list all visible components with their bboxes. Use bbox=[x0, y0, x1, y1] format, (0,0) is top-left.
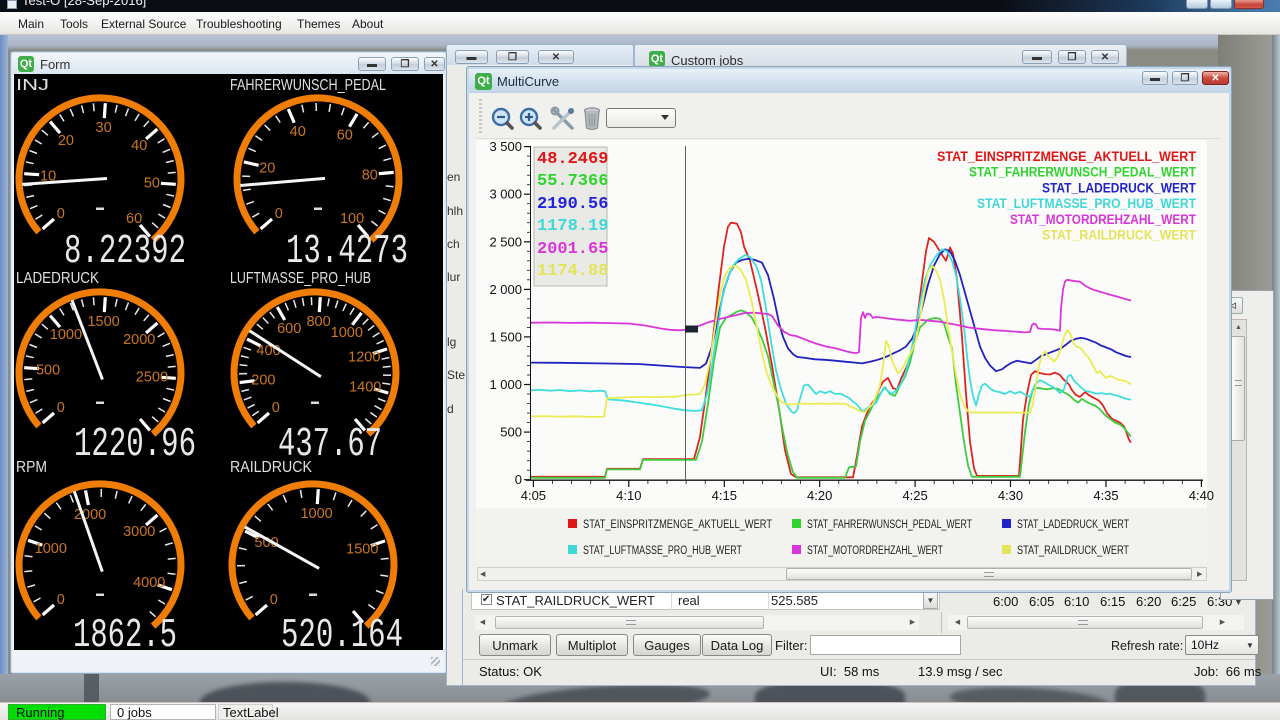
svg-text:2001.65: 2001.65 bbox=[537, 240, 608, 259]
svg-text:STAT_EINSPRITZMENGE_AKTUELL_WE: STAT_EINSPRITZMENGE_AKTUELL_WERT bbox=[583, 519, 772, 531]
svg-text:4:40: 4:40 bbox=[1189, 488, 1214, 503]
svg-text:48.2469: 48.2469 bbox=[537, 150, 608, 169]
svg-text:4:35: 4:35 bbox=[1093, 488, 1118, 503]
svg-text:STAT_MOTORDREHZAHL_WERT: STAT_MOTORDREHZAHL_WERT bbox=[1010, 212, 1197, 227]
svg-text:4:10: 4:10 bbox=[616, 488, 641, 503]
svg-text:STAT_FAHRERWUNSCH_PEDAL_WERT: STAT_FAHRERWUNSCH_PEDAL_WERT bbox=[969, 165, 1197, 180]
svg-text:2190.56: 2190.56 bbox=[537, 195, 608, 214]
svg-text:4:15: 4:15 bbox=[712, 488, 737, 503]
svg-text:4:05: 4:05 bbox=[521, 488, 546, 503]
svg-text:STAT_LUFTMASSE_PRO_HUB_WERT: STAT_LUFTMASSE_PRO_HUB_WERT bbox=[583, 545, 742, 557]
svg-text:STAT_LADEDRUCK_WERT: STAT_LADEDRUCK_WERT bbox=[1017, 519, 1129, 531]
svg-text:STAT_RAILDRUCK_WERT: STAT_RAILDRUCK_WERT bbox=[1017, 545, 1129, 557]
svg-text:STAT_LUFTMASSE_PRO_HUB_WERT: STAT_LUFTMASSE_PRO_HUB_WERT bbox=[977, 196, 1197, 211]
svg-text:3 000: 3 000 bbox=[489, 187, 522, 202]
svg-text:1 500: 1 500 bbox=[489, 329, 522, 344]
svg-text:2 000: 2 000 bbox=[489, 282, 522, 297]
svg-text:1178.19: 1178.19 bbox=[537, 217, 608, 236]
svg-text:0: 0 bbox=[515, 472, 522, 487]
svg-text:4:20: 4:20 bbox=[807, 488, 832, 503]
svg-text:STAT_MOTORDREHZAHL_WERT: STAT_MOTORDREHZAHL_WERT bbox=[807, 545, 943, 557]
svg-text:1 000: 1 000 bbox=[489, 377, 522, 392]
svg-text:2 500: 2 500 bbox=[489, 234, 522, 249]
svg-text:55.7366: 55.7366 bbox=[537, 172, 608, 191]
svg-text:4:30: 4:30 bbox=[998, 488, 1023, 503]
svg-text:STAT_LADEDRUCK_WERT: STAT_LADEDRUCK_WERT bbox=[1042, 180, 1197, 195]
svg-text:STAT_RAILDRUCK_WERT: STAT_RAILDRUCK_WERT bbox=[1042, 228, 1197, 243]
svg-text:STAT_EINSPRITZMENGE_AKTUELL_WE: STAT_EINSPRITZMENGE_AKTUELL_WERT bbox=[937, 149, 1197, 164]
svg-text:1174.88: 1174.88 bbox=[537, 262, 608, 281]
svg-text:4:25: 4:25 bbox=[902, 488, 927, 503]
svg-text:STAT_FAHRERWUNSCH_PEDAL_WERT: STAT_FAHRERWUNSCH_PEDAL_WERT bbox=[807, 519, 972, 531]
svg-text:3 500: 3 500 bbox=[489, 139, 522, 154]
svg-text:500: 500 bbox=[500, 425, 522, 440]
